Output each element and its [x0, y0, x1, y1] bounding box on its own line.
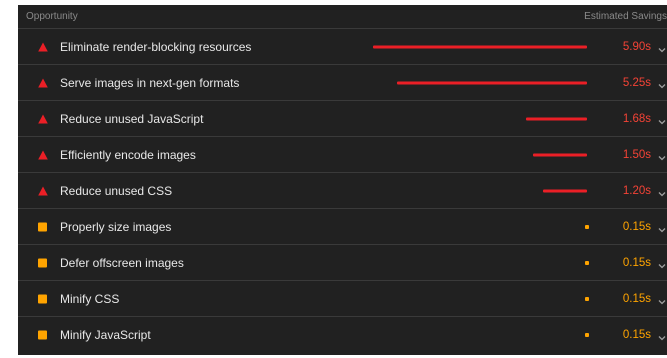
opportunities-header: Opportunity Estimated Savings [18, 5, 667, 29]
savings-value: 1.68s [622, 112, 651, 125]
savings-value: 5.25s [622, 76, 651, 89]
opportunity-label: Properly size images [60, 219, 172, 234]
savings-bar [585, 224, 589, 229]
fail-triangle-icon [38, 114, 48, 124]
chevron-down-icon[interactable] [657, 42, 667, 52]
opportunity-row[interactable]: Serve images in next-gen formats 5.25s [18, 65, 667, 101]
opportunity-label: Reduce unused CSS [60, 183, 173, 198]
average-square-icon [38, 294, 47, 303]
average-square-icon [38, 258, 47, 267]
savings-bar [526, 117, 587, 120]
chevron-down-icon[interactable] [657, 150, 667, 160]
opportunity-row[interactable]: Efficiently encode images 1.50s [18, 137, 667, 173]
opportunities-panel: Opportunity Estimated Savings Eliminate … [18, 5, 667, 355]
opportunity-label: Eliminate render-blocking resources [60, 39, 252, 54]
savings-value: 0.15s [622, 220, 651, 233]
opportunity-row[interactable]: Minify CSS 0.15s [18, 281, 667, 317]
savings-value: 5.90s [622, 40, 651, 53]
opportunity-label: Defer offscreen images [60, 255, 184, 270]
opportunity-row[interactable]: Defer offscreen images 0.15s [18, 245, 667, 281]
savings-value: 0.15s [622, 292, 651, 305]
savings-bar [373, 45, 587, 48]
savings-bar [585, 260, 589, 265]
opportunity-label: Minify CSS [60, 291, 120, 306]
opportunity-label: Efficiently encode images [60, 147, 196, 162]
opportunity-label: Minify JavaScript [60, 327, 151, 342]
fail-triangle-icon [38, 150, 48, 160]
fail-triangle-icon [38, 78, 48, 88]
chevron-down-icon[interactable] [657, 258, 667, 268]
savings-bar [585, 296, 589, 301]
opportunity-row[interactable]: Eliminate render-blocking resources 5.90s [18, 29, 667, 65]
opportunity-row[interactable]: Reduce unused JavaScript 1.68s [18, 101, 667, 137]
fail-triangle-icon [38, 186, 48, 196]
opportunity-row[interactable]: Minify JavaScript 0.15s [18, 317, 667, 352]
chevron-down-icon[interactable] [657, 114, 667, 124]
savings-value: 1.50s [622, 148, 651, 161]
savings-value: 1.20s [622, 184, 651, 197]
fail-triangle-icon [38, 42, 48, 52]
chevron-down-icon[interactable] [657, 222, 667, 232]
savings-bar [397, 81, 587, 84]
opportunity-row[interactable]: Properly size images 0.15s [18, 209, 667, 245]
opportunities-list: Eliminate render-blocking resources 5.90s… [18, 29, 667, 352]
savings-value: 0.15s [622, 328, 651, 341]
savings-bar [585, 332, 589, 337]
savings-value: 0.15s [622, 256, 651, 269]
average-square-icon [38, 330, 47, 339]
chevron-down-icon[interactable] [657, 330, 667, 340]
savings-bar [533, 153, 587, 156]
opportunity-label: Reduce unused JavaScript [60, 111, 204, 126]
opportunity-column-label: Opportunity [26, 11, 78, 22]
opportunity-label: Serve images in next-gen formats [60, 75, 240, 90]
chevron-down-icon[interactable] [657, 186, 667, 196]
chevron-down-icon[interactable] [657, 294, 667, 304]
opportunity-row[interactable]: Reduce unused CSS 1.20s [18, 173, 667, 209]
chevron-down-icon[interactable] [657, 78, 667, 88]
average-square-icon [38, 222, 47, 231]
estimated-savings-column-label: Estimated Savings [584, 11, 667, 22]
savings-bar [543, 189, 587, 192]
